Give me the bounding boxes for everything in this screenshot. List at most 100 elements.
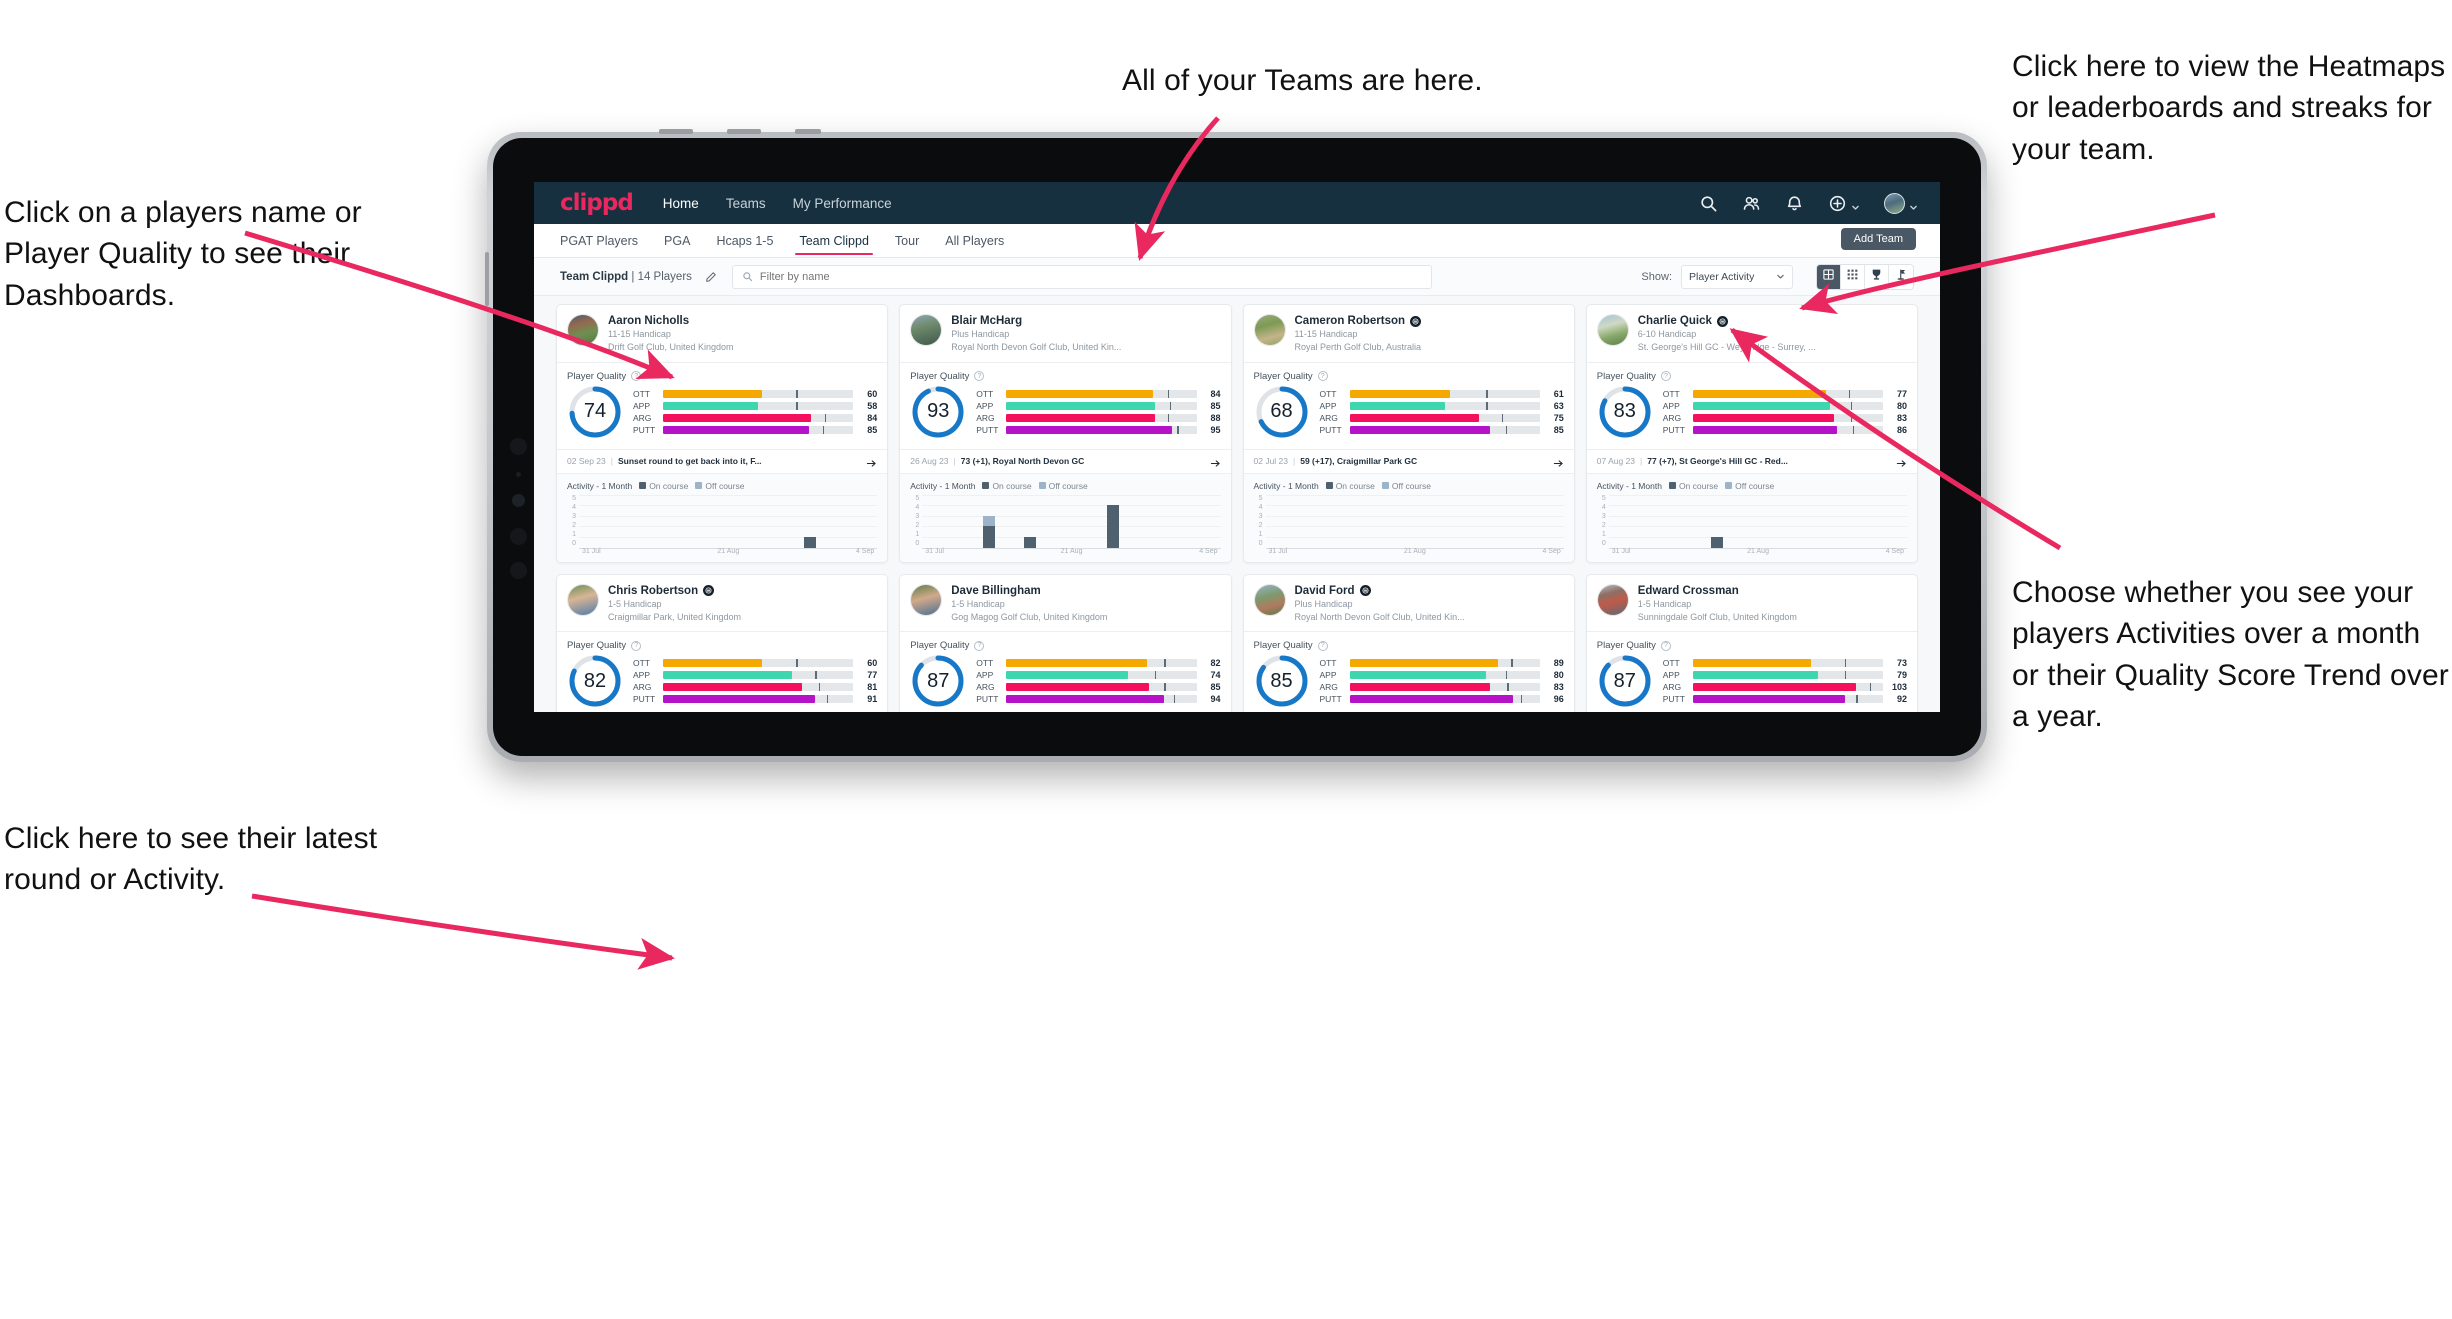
latest-round-row[interactable]: 02 Jul 23 | 59 (+17), Craigmillar Park GC — [1243, 448, 1574, 474]
help-icon[interactable]: ? — [631, 371, 642, 381]
player-quality-block[interactable]: Player Quality? 68 OTT 61 APP 63 ARG 75 PUTT 85 — [1244, 363, 1574, 449]
player-name-row[interactable]: David Ford — [1295, 585, 1465, 597]
quality-donut[interactable]: 93 — [910, 384, 966, 440]
player-avatar[interactable] — [910, 583, 943, 616]
player-name[interactable]: Dave Billingham — [951, 585, 1040, 597]
quality-donut[interactable]: 85 — [1254, 653, 1310, 709]
player-quality-block[interactable]: Player Quality? 82 OTT 60 APP 77 ARG 81 PUTT 91 — [557, 632, 887, 712]
player-card[interactable]: Dave Billingham 1-5 Handicap Gog Magog Gol… — [899, 573, 1232, 712]
tab-team-clippd[interactable]: Team Clippd — [795, 224, 874, 257]
arrow-right-icon[interactable] — [1896, 456, 1907, 467]
metric-label: APP — [1662, 670, 1680, 680]
players-grid-scroll[interactable]: Aaron Nicholls 11-15 Handicap Drift Golf C… — [534, 296, 1940, 712]
player-card[interactable]: Edward Crossman 1-5 Handicap Sunningdale G… — [1585, 573, 1918, 712]
player-name[interactable]: Aaron Nicholls — [608, 315, 689, 327]
player-card[interactable]: Aaron Nicholls 11-15 Handicap Drift Golf C… — [556, 304, 889, 563]
player-quality-block[interactable]: Player Quality? 74 OTT 60 APP 58 ARG 84 PUTT 85 — [557, 363, 887, 449]
quality-donut[interactable]: 74 — [567, 384, 623, 440]
help-icon[interactable]: ? — [1317, 640, 1328, 651]
player-card[interactable]: Blair McHarg Plus Handicap Royal North Dev… — [899, 304, 1232, 563]
help-icon[interactable]: ? — [974, 371, 985, 381]
player-card-header[interactable]: Aaron Nicholls 11-15 Handicap Drift Golf C… — [557, 305, 887, 362]
clippd-logo[interactable]: clippd — [560, 191, 634, 215]
player-name[interactable]: Chris Robertson — [608, 585, 698, 597]
player-name[interactable]: Edward Crossman — [1638, 585, 1739, 597]
player-quality-block[interactable]: Player Quality? 93 OTT 84 APP 85 ARG 88 PUTT 95 — [900, 363, 1230, 449]
help-icon[interactable]: ? — [631, 640, 642, 651]
help-icon[interactable]: ? — [974, 640, 985, 651]
quality-donut[interactable]: 87 — [910, 653, 966, 709]
quality-donut[interactable]: 83 — [1597, 384, 1653, 440]
filter-search-box[interactable] — [731, 264, 1432, 289]
tab-pga[interactable]: PGA — [664, 224, 690, 257]
add-menu[interactable] — [1828, 194, 1860, 213]
player-name[interactable]: Charlie Quick — [1638, 315, 1712, 327]
tab-all-players[interactable]: All Players — [945, 224, 1004, 257]
player-name-row[interactable]: Aaron Nicholls — [608, 315, 734, 327]
search-input[interactable] — [759, 270, 1422, 283]
plus-circle-icon[interactable] — [1828, 194, 1847, 213]
player-card[interactable]: Charlie Quick 6-10 Handicap St. George's H… — [1585, 304, 1918, 563]
player-quality-block[interactable]: Player Quality? 87 OTT 73 APP 79 ARG 103 PUTT 92 — [1587, 632, 1917, 712]
player-card[interactable]: David Ford Plus Handicap Royal North Devon… — [1242, 573, 1575, 712]
player-card-header[interactable]: Chris Robertson 1-5 Handicap Craigmillar P… — [557, 575, 887, 632]
latest-round-row[interactable]: 07 Aug 23 | 77 (+7), St George's Hill GC -… — [1586, 448, 1917, 474]
player-name-row[interactable]: Chris Robertson — [608, 585, 741, 597]
arrow-right-icon[interactable] — [1210, 456, 1221, 467]
help-icon[interactable]: ? — [1317, 371, 1328, 381]
grid-view-button[interactable] — [1817, 264, 1841, 289]
player-name-row[interactable]: Edward Crossman — [1638, 585, 1797, 597]
people-icon[interactable] — [1742, 194, 1761, 213]
quality-donut[interactable]: 82 — [567, 653, 623, 709]
player-quality-block[interactable]: Player Quality? 85 OTT 89 APP 80 ARG 83 PUTT 96 — [1244, 632, 1574, 712]
player-quality-block[interactable]: Player Quality? 87 OTT 82 APP 74 ARG 85 PUTT 94 — [900, 632, 1230, 712]
user-menu[interactable] — [1884, 192, 1918, 214]
nav-link-my-performance[interactable]: My Performance — [793, 196, 892, 211]
player-name-row[interactable]: Blair McHarg — [951, 315, 1121, 327]
search-icon[interactable] — [1699, 194, 1718, 213]
player-card-header[interactable]: Cameron Robertson 11-15 Handicap Royal Per… — [1244, 305, 1574, 362]
player-card-header[interactable]: David Ford Plus Handicap Royal North Devon… — [1244, 575, 1574, 632]
player-card-header[interactable]: Edward Crossman 1-5 Handicap Sunningdale G… — [1587, 575, 1917, 632]
show-select[interactable]: Player Activity — [1681, 264, 1793, 289]
player-avatar[interactable] — [1253, 314, 1286, 346]
player-avatar[interactable] — [910, 314, 943, 346]
player-card-header[interactable]: Dave Billingham 1-5 Handicap Gog Magog Gol… — [900, 575, 1230, 632]
help-icon[interactable]: ? — [1660, 371, 1671, 381]
player-name[interactable]: Blair McHarg — [951, 315, 1022, 327]
player-card-header[interactable]: Blair McHarg Plus Handicap Royal North Dev… — [900, 305, 1230, 362]
player-name-row[interactable]: Charlie Quick — [1638, 315, 1816, 327]
quality-donut[interactable]: 68 — [1254, 384, 1310, 440]
player-avatar[interactable] — [1253, 583, 1286, 616]
edit-team-pencil-icon[interactable] — [700, 266, 722, 288]
quality-donut[interactable]: 87 — [1597, 653, 1653, 709]
player-avatar[interactable] — [567, 314, 599, 346]
player-name[interactable]: David Ford — [1295, 585, 1355, 597]
dense-grid-view-button[interactable] — [1841, 264, 1865, 289]
help-icon[interactable]: ? — [1660, 640, 1671, 651]
avatar[interactable] — [1884, 192, 1905, 214]
player-card-header[interactable]: Charlie Quick 6-10 Handicap St. George's H… — [1587, 305, 1917, 362]
bell-icon[interactable] — [1785, 194, 1804, 213]
player-avatar[interactable] — [1596, 583, 1629, 616]
heatmap-view-button[interactable] — [1889, 264, 1913, 289]
nav-link-teams[interactable]: Teams — [726, 196, 766, 211]
tab-tour[interactable]: Tour — [895, 224, 919, 257]
arrow-right-icon[interactable] — [1553, 456, 1564, 467]
player-quality-block[interactable]: Player Quality? 83 OTT 77 APP 80 ARG 83 PUTT 86 — [1587, 363, 1917, 449]
tab-pgat-players[interactable]: PGAT Players — [560, 224, 638, 257]
nav-link-home[interactable]: Home — [663, 196, 699, 211]
arrow-right-icon[interactable] — [866, 456, 877, 467]
player-name-row[interactable]: Dave Billingham — [951, 585, 1107, 597]
player-name-row[interactable]: Cameron Robertson — [1295, 315, 1422, 327]
latest-round-row[interactable]: 26 Aug 23 | 73 (+1), Royal North Devon GC — [900, 448, 1231, 474]
player-avatar[interactable] — [567, 583, 599, 616]
tab-hcaps-1-5[interactable]: Hcaps 1-5 — [716, 224, 773, 257]
latest-round-row[interactable]: 02 Sep 23 | Sunset round to get back into … — [557, 448, 888, 474]
leaderboard-view-button[interactable] — [1865, 264, 1889, 289]
add-team-button[interactable]: Add Team — [1840, 228, 1916, 251]
player-name[interactable]: Cameron Robertson — [1295, 315, 1406, 327]
player-avatar[interactable] — [1596, 314, 1629, 346]
player-card[interactable]: Cameron Robertson 11-15 Handicap Royal Per… — [1242, 304, 1575, 563]
player-card[interactable]: Chris Robertson 1-5 Handicap Craigmillar P… — [556, 573, 889, 712]
